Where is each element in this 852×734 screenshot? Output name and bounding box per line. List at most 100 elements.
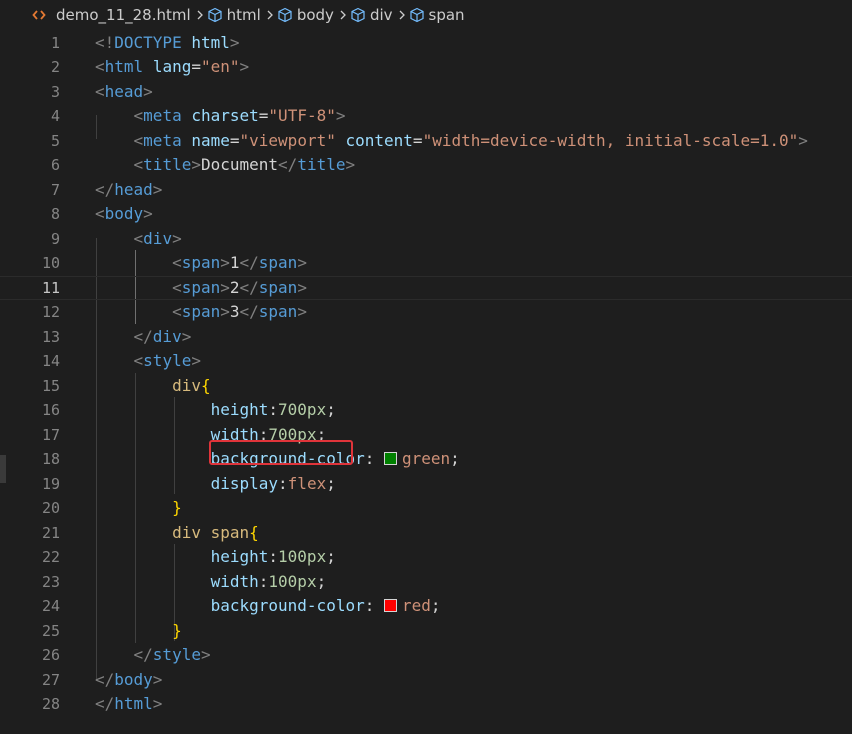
code-line[interactable]: 26 </style> (0, 643, 852, 668)
code-token: 2 (229, 277, 240, 297)
line-number: 20 (41, 499, 60, 517)
breadcrumb-item-div[interactable]: div (350, 6, 393, 24)
code-text: width:100px; (95, 570, 327, 595)
code-token: head (104, 81, 144, 101)
code-token: > (143, 81, 153, 101)
code-token: html (191, 32, 230, 52)
code-token: width (210, 571, 259, 591)
code-area[interactable]: 1 <!DOCTYPE html> 2 <html lang="en"> 3 <head>… (0, 30, 852, 734)
code-token: : (278, 473, 288, 493)
code-line[interactable]: 21 div span{ (0, 521, 852, 546)
code-token: </ (95, 669, 115, 689)
code-token: div (172, 375, 201, 395)
code-text: <span>2</span> (95, 276, 307, 301)
line-number: 12 (41, 303, 60, 321)
code-line[interactable]: 27 </body> (0, 668, 852, 693)
code-token: div (152, 326, 182, 346)
code-token: > (143, 204, 153, 223)
code-line[interactable]: 3 <head> (0, 80, 852, 105)
code-token: span (181, 277, 221, 297)
highlight-annotation (209, 440, 353, 465)
code-token: content (345, 130, 413, 150)
breadcrumb-item-span[interactable]: span (409, 6, 465, 24)
code-token: > (191, 155, 201, 174)
symbol-cube-icon (277, 7, 293, 23)
line-number: 16 (41, 401, 60, 419)
code-token: < (95, 81, 105, 101)
code-token: > (297, 302, 307, 321)
line-number: 26 (41, 646, 60, 664)
code-line[interactable]: 20 } (0, 496, 852, 521)
code-text: <meta charset="UTF-8"> (95, 104, 346, 129)
color-swatch-green[interactable] (383, 452, 397, 465)
code-line[interactable]: 12 <span>3</span> (0, 300, 852, 325)
code-token: style (143, 351, 192, 370)
code-line[interactable]: 9 <div> (0, 227, 852, 252)
code-line[interactable]: 16 height:700px; (0, 398, 852, 423)
code-token: 700px (278, 400, 327, 419)
code-line[interactable]: 4 <meta charset="UTF-8"> (0, 104, 852, 129)
breadcrumb-item-body[interactable]: body (277, 6, 334, 24)
code-token: </ (95, 179, 115, 199)
line-number: 23 (41, 572, 60, 591)
breadcrumb-item-html[interactable]: html (207, 6, 261, 24)
code-line[interactable]: 8 <body> (0, 202, 852, 227)
code-line[interactable]: 28 </html> (0, 692, 852, 717)
code-line[interactable]: 10 <span>1</span> (0, 251, 852, 276)
code-line[interactable]: 7 </head> (0, 178, 852, 203)
code-text: </head> (95, 178, 162, 203)
code-line[interactable]: 19 display:flex; (0, 472, 852, 497)
code-line[interactable]: 1 <!DOCTYPE html> (0, 31, 852, 56)
code-line[interactable]: 25 } (0, 619, 852, 644)
code-token: { (200, 375, 211, 395)
code-line[interactable]: 13 </div> (0, 325, 852, 350)
line-number: 11 (41, 278, 60, 297)
code-line[interactable]: 2 <html lang="en"> (0, 55, 852, 80)
code-text: <body> (95, 202, 153, 227)
line-number: 7 (50, 180, 60, 199)
code-line[interactable]: 17 width:700px; (0, 423, 852, 448)
code-token: meta (143, 130, 182, 150)
chevron-right-icon (195, 9, 205, 21)
code-token: body (114, 669, 153, 689)
code-token: > (191, 351, 201, 370)
code-token: title (297, 155, 346, 174)
code-line[interactable]: 15 div{ (0, 374, 852, 399)
code-text: } (95, 619, 182, 644)
code-token: : (258, 571, 269, 591)
code-token: < (172, 302, 182, 321)
code-token: 100px (278, 547, 327, 566)
code-token: green (401, 449, 451, 468)
code-line[interactable]: 11 <span>2</span> (0, 276, 852, 301)
code-token: html (104, 57, 144, 76)
code-token: < (133, 351, 144, 370)
code-line[interactable]: 24 background-color: red; (0, 594, 852, 619)
code-token: </ (239, 253, 259, 272)
color-swatch-red[interactable] (383, 599, 397, 612)
breadcrumb-file[interactable]: demo_11_28.html (56, 6, 191, 24)
code-token: > (181, 326, 192, 346)
code-line[interactable]: 23 width:100px; (0, 570, 852, 595)
code-line[interactable]: 6 <title>Document</title> (0, 153, 852, 178)
code-token: head (114, 179, 153, 199)
code-token: < (133, 228, 144, 248)
code-token: flex (287, 473, 327, 493)
code-token: lang (152, 57, 192, 76)
code-token: > (152, 179, 163, 199)
code-line[interactable]: 18 background-color: green; (0, 447, 852, 472)
code-text: </html> (95, 692, 162, 717)
line-number: 3 (50, 82, 60, 101)
breadcrumb-label: body (296, 6, 334, 24)
code-line[interactable]: 14 <style> (0, 349, 852, 374)
code-text: background-color: red; (95, 594, 441, 619)
code-line[interactable]: 22 height:100px; (0, 545, 852, 570)
line-number: 9 (50, 229, 60, 248)
code-text: <meta name="viewport" content="width=dev… (95, 129, 808, 154)
code-line[interactable]: 5 <meta name="viewport" content="width=d… (0, 129, 852, 154)
code-token: span (258, 253, 298, 272)
